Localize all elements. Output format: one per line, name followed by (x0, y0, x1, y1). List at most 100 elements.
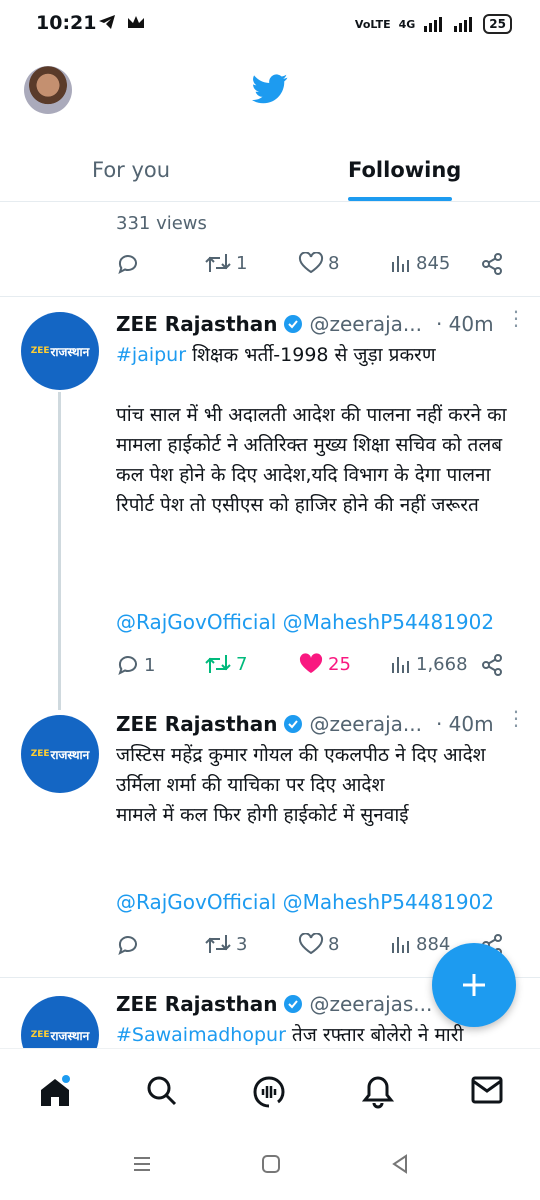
profile-avatar[interactable] (24, 66, 72, 114)
retweet-count: 7 (236, 653, 248, 675)
active-tab-indicator (348, 197, 452, 201)
author-handle[interactable]: @zeeraja... (309, 312, 421, 336)
heart-filled-icon (299, 653, 323, 673)
thread-line (58, 392, 61, 710)
tweet-mentions[interactable]: @RajGovOfficial @MaheshP54481902 (116, 610, 494, 634)
bottom-navigation (0, 1048, 540, 1138)
views-button[interactable]: 884 (390, 933, 450, 955)
author-name[interactable]: ZEE Rajasthan (116, 992, 277, 1016)
nav-spaces[interactable] (252, 1075, 286, 1113)
author-handle[interactable]: @zeerajas... (309, 992, 432, 1016)
views-icon (392, 256, 409, 272)
author-handle[interactable]: @zeeraja... (309, 712, 421, 736)
reply-button[interactable]: 1 (116, 653, 155, 677)
retweet-icon (205, 254, 231, 272)
zee-logo: ZEE (30, 749, 50, 759)
nav-notifications[interactable] (361, 1075, 395, 1113)
back-icon[interactable] (390, 1154, 410, 1174)
recent-apps-icon[interactable] (132, 1154, 152, 1174)
heart-icon (298, 252, 324, 274)
zee-logo: ZEE (30, 1030, 50, 1040)
spaces-icon (253, 1076, 285, 1108)
battery-level: 25 (483, 14, 512, 34)
home-button-icon[interactable] (261, 1154, 281, 1174)
like-count: 8 (328, 252, 340, 274)
bell-icon (361, 1076, 395, 1109)
hashtag-link[interactable]: #Sawaimadhopur (116, 1024, 286, 1046)
views-icon (392, 657, 409, 673)
tweet-header: ZEE Rajasthan @zeerajas... · (116, 992, 449, 1016)
tweet-actions: 1 8 845 (116, 252, 516, 282)
retweet-button[interactable]: 1 (204, 252, 247, 274)
views-icon (392, 937, 409, 953)
reply-icon (118, 936, 137, 955)
tweet-avatar[interactable]: ZEE राजस्थान (21, 715, 99, 793)
retweet-button[interactable]: 3 (204, 933, 247, 955)
reply-count: 1 (144, 654, 156, 676)
search-icon (147, 1076, 177, 1106)
like-button[interactable]: 25 (298, 653, 351, 675)
tweet-avatar[interactable]: ZEE राजस्थान (21, 312, 99, 390)
like-button[interactable]: 8 (298, 933, 339, 955)
system-navigation (0, 1140, 540, 1200)
author-name[interactable]: ZEE Rajasthan (116, 712, 277, 736)
verified-badge-icon (284, 715, 303, 733)
zee-logo: ZEE (30, 346, 50, 356)
signal-icon (424, 17, 443, 32)
retweet-button[interactable]: 7 (204, 653, 247, 675)
tweet-header: ZEE Rajasthan @zeeraja... · 40m (116, 712, 494, 736)
reply-icon (118, 656, 137, 675)
mail-icon (471, 1076, 503, 1104)
nav-search[interactable] (146, 1075, 178, 1111)
timeline-tabs: For you Following (0, 140, 540, 202)
tweet-mentions[interactable]: @RajGovOfficial @MaheshP54481902 (116, 890, 494, 914)
author-name[interactable]: ZEE Rajasthan (116, 312, 277, 336)
tab-following[interactable]: Following (348, 158, 461, 182)
verified-badge-icon (284, 995, 303, 1013)
more-options-icon[interactable]: ⋮ (506, 708, 526, 728)
tweet-text: जस्टिस महेंद्र कुमार गोयल की एकलपीठ ने द… (116, 744, 486, 826)
verified-badge-icon (284, 315, 303, 333)
tweet-text: #jaipur शिक्षक भर्ती-1998 से जुड़ा प्रकर… (116, 344, 507, 516)
retweet-icon (205, 935, 231, 953)
hashtag-link[interactable]: #jaipur (116, 344, 186, 366)
heart-icon (298, 933, 324, 955)
tweet-time: · 40m (435, 312, 494, 336)
telegram-icon (99, 15, 115, 29)
views-count: 845 (416, 252, 451, 274)
reply-icon (118, 255, 137, 274)
views-count: 884 (416, 933, 451, 955)
nav-home[interactable] (38, 1075, 72, 1113)
share-button[interactable] (480, 252, 504, 276)
retweet-icon (205, 655, 231, 673)
status-bar: 10:21 VoLTE 4G 25 (0, 0, 540, 50)
plus-icon (463, 974, 485, 996)
retweet-count: 1 (236, 252, 248, 274)
share-icon (482, 253, 502, 275)
like-count: 8 (328, 933, 340, 955)
like-count: 25 (328, 653, 351, 675)
status-time: 10:21 (36, 12, 97, 34)
nav-messages[interactable] (470, 1075, 504, 1109)
twitter-logo-icon (252, 74, 288, 104)
tweet-divider (0, 296, 540, 297)
like-button[interactable]: 8 (298, 252, 339, 274)
views-button[interactable]: 1,668 (390, 653, 468, 675)
views-count-text: 331 views (116, 213, 207, 234)
tweet-header: ZEE Rajasthan @zeeraja... · 40m (116, 312, 494, 336)
share-button[interactable] (480, 653, 504, 677)
reply-button[interactable] (116, 252, 140, 276)
crown-icon (128, 16, 144, 28)
tab-for-you[interactable]: For you (92, 158, 170, 182)
tweet-actions: 1 7 25 1,668 (116, 653, 516, 683)
signal-icon-2 (454, 17, 473, 32)
tweet-time: · 40m (435, 712, 494, 736)
compose-tweet-button[interactable] (432, 943, 516, 1027)
more-options-icon[interactable]: ⋮ (506, 308, 526, 328)
share-icon (482, 654, 502, 676)
retweet-count: 3 (236, 933, 248, 955)
views-count: 1,668 (416, 653, 468, 675)
volte-icon: VoLTE (354, 17, 391, 31)
views-button[interactable]: 845 (390, 252, 450, 274)
reply-button[interactable] (116, 933, 140, 957)
